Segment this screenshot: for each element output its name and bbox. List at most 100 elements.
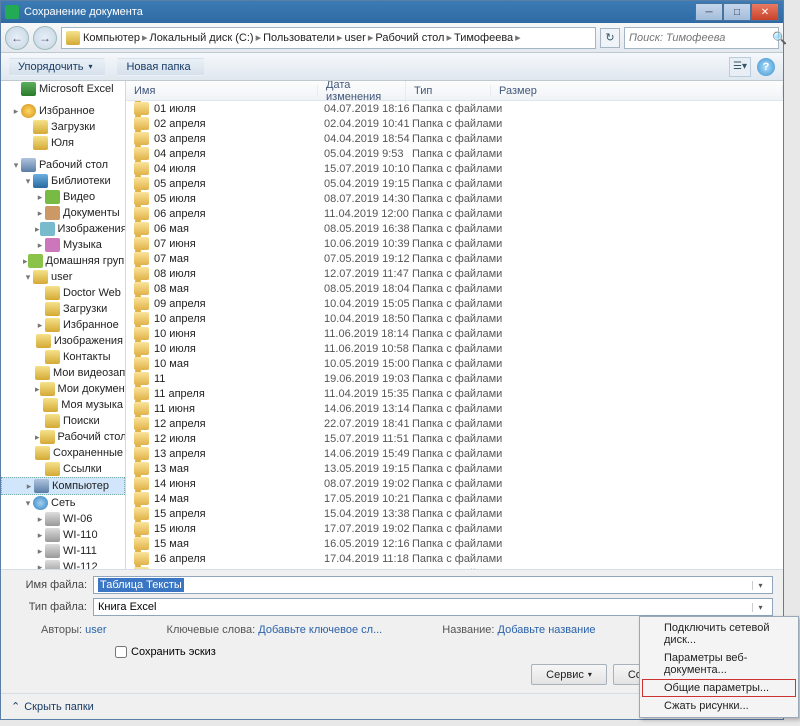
organize-button[interactable]: Упорядочить xyxy=(9,58,105,76)
file-row[interactable]: 02 апреля02.04.2019 10:41Папка с файлами xyxy=(126,116,783,131)
minimize-button[interactable]: ─ xyxy=(695,3,723,21)
tree-item[interactable]: Сохраненные и xyxy=(1,445,125,461)
col-date[interactable]: Дата изменения xyxy=(318,81,406,103)
file-row[interactable]: 14 июня08.07.2019 19:02Папка с файлами xyxy=(126,476,783,491)
tree-item[interactable]: ▸WI-111 xyxy=(1,543,125,559)
tree-item[interactable]: Ссылки xyxy=(1,461,125,477)
filename-dropdown-icon[interactable]: ▾ xyxy=(752,581,768,590)
search-input[interactable] xyxy=(629,32,772,44)
file-row[interactable]: 14 мая17.05.2019 10:21Папка с файлами xyxy=(126,491,783,506)
tree-item[interactable]: ▸WI-06 xyxy=(1,511,125,527)
file-row[interactable]: 01 июля04.07.2019 18:16Папка с файлами xyxy=(126,101,783,116)
filetype-select[interactable]: Книга Excel▾ xyxy=(93,598,773,616)
file-row[interactable]: 13 мая13.05.2019 19:15Папка с файлами xyxy=(126,461,783,476)
ctx-general-params[interactable]: Общие параметры... xyxy=(642,679,796,697)
file-row[interactable]: 04 июля15.07.2019 10:10Папка с файлами xyxy=(126,161,783,176)
expand-icon[interactable]: ▾ xyxy=(23,272,33,283)
breadcrumb-item[interactable]: Компьютер xyxy=(83,32,140,44)
ctx-web-params[interactable]: Параметры веб-документа... xyxy=(642,649,796,679)
file-row[interactable]: 12 июля15.07.2019 11:51Папка с файлами xyxy=(126,431,783,446)
tree-sidebar[interactable]: Microsoft Excel▸ИзбранноеЗагрузкиЮля▾Раб… xyxy=(1,81,126,569)
close-button[interactable]: ✕ xyxy=(751,3,779,21)
expand-icon[interactable]: ▾ xyxy=(11,160,21,171)
forward-button[interactable]: → xyxy=(33,26,57,50)
expand-icon[interactable]: ▸ xyxy=(35,224,40,235)
file-row[interactable]: 05 апреля05.04.2019 19:15Папка с файлами xyxy=(126,176,783,191)
titlebar[interactable]: Сохранение документа ─ □ ✕ xyxy=(1,1,783,23)
breadcrumb-item[interactable]: Пользователи xyxy=(263,32,335,44)
tree-item[interactable]: Загрузки xyxy=(1,301,125,317)
file-row[interactable]: 15 апреля15.04.2019 13:38Папка с файлами xyxy=(126,506,783,521)
file-row[interactable]: 11 апреля11.04.2019 15:35Папка с файлами xyxy=(126,386,783,401)
file-row[interactable]: 13 апреля14.06.2019 15:49Папка с файлами xyxy=(126,446,783,461)
col-name[interactable]: Имя xyxy=(126,85,318,97)
tree-item[interactable]: ▸Избранное xyxy=(1,317,125,333)
expand-icon[interactable]: ▸ xyxy=(35,208,45,219)
expand-icon[interactable]: ▸ xyxy=(24,481,34,492)
expand-icon[interactable]: ▸ xyxy=(23,256,28,267)
tree-item[interactable]: Мои видеозапи xyxy=(1,365,125,381)
tree-item[interactable]: Загрузки xyxy=(1,119,125,135)
tree-item[interactable]: ▾Библиотеки xyxy=(1,173,125,189)
filetype-dropdown-icon[interactable]: ▾ xyxy=(752,603,768,612)
tree-item[interactable]: Контакты xyxy=(1,349,125,365)
save-thumbnail-input[interactable] xyxy=(115,646,127,658)
ctx-net-drive[interactable]: Подключить сетевой диск... xyxy=(642,619,796,649)
filename-input[interactable]: Таблица Тексты▾ xyxy=(93,576,773,594)
tree-item[interactable]: ▸WI-112 xyxy=(1,559,125,569)
maximize-button[interactable]: □ xyxy=(723,3,751,21)
tree-item[interactable]: ▸Музыка xyxy=(1,237,125,253)
expand-icon[interactable]: ▸ xyxy=(35,192,45,203)
title-link[interactable]: Добавьте название xyxy=(498,624,596,636)
help-icon[interactable]: ? xyxy=(757,58,775,76)
file-row[interactable]: 11 июня14.06.2019 13:14Папка с файлами xyxy=(126,401,783,416)
tree-item[interactable]: ▾Рабочий стол xyxy=(1,157,125,173)
tree-item[interactable]: ▸Избранное xyxy=(1,103,125,119)
expand-icon[interactable]: ▸ xyxy=(35,240,45,251)
tree-item[interactable]: ▸Мои документь xyxy=(1,381,125,397)
expand-icon[interactable]: ▸ xyxy=(35,514,45,525)
file-row[interactable]: 10 мая10.05.2019 15:00Папка с файлами xyxy=(126,356,783,371)
expand-icon[interactable]: ▸ xyxy=(35,320,45,331)
file-row[interactable]: 10 июля11.06.2019 10:58Папка с файлами xyxy=(126,341,783,356)
tree-item[interactable]: Поиски xyxy=(1,413,125,429)
tree-item[interactable]: ▸Документы xyxy=(1,205,125,221)
tree-item[interactable]: ▸WI-110 xyxy=(1,527,125,543)
breadcrumb-item[interactable]: user xyxy=(344,32,365,44)
search-box[interactable]: 🔍 xyxy=(624,27,779,49)
breadcrumb[interactable]: Компьютер▸Локальный диск (C:)▸Пользовате… xyxy=(61,27,596,49)
file-row[interactable]: 15 мая16.05.2019 12:16Папка с файлами xyxy=(126,536,783,551)
tools-context-menu[interactable]: Подключить сетевой диск... Параметры веб… xyxy=(639,616,799,718)
file-row[interactable]: 04 апреля05.04.2019 9:53Папка с файлами xyxy=(126,146,783,161)
file-row[interactable]: 16 апреля17.04.2019 11:18Папка с файлами xyxy=(126,551,783,566)
breadcrumb-item[interactable]: Тимофеева xyxy=(454,32,513,44)
expand-icon[interactable]: ▾ xyxy=(23,498,33,509)
file-row[interactable]: 06 апреля11.04.2019 12:00Папка с файлами xyxy=(126,206,783,221)
tree-item[interactable]: Изображения xyxy=(1,333,125,349)
file-row[interactable]: 1119.06.2019 19:03Папка с файлами xyxy=(126,371,783,386)
tree-item[interactable]: Microsoft Excel xyxy=(1,81,125,97)
file-row[interactable]: 03 апреля04.04.2019 18:54Папка с файлами xyxy=(126,131,783,146)
file-row[interactable]: 09 апреля10.04.2019 15:05Папка с файлами xyxy=(126,296,783,311)
file-row[interactable]: 08 мая08.05.2019 18:04Папка с файлами xyxy=(126,281,783,296)
expand-icon[interactable]: ▸ xyxy=(35,384,40,395)
authors-value[interactable]: user xyxy=(85,624,106,636)
tree-item[interactable]: ▸Рабочий стол xyxy=(1,429,125,445)
tree-item[interactable]: ▸Видео xyxy=(1,189,125,205)
expand-icon[interactable]: ▸ xyxy=(35,562,45,570)
file-row[interactable]: 08 июля12.07.2019 11:47Папка с файлами xyxy=(126,266,783,281)
column-headers[interactable]: Имя Дата изменения Тип Размер xyxy=(126,81,783,101)
expand-icon[interactable]: ▸ xyxy=(35,546,45,557)
expand-icon[interactable]: ▸ xyxy=(11,106,21,117)
tree-item[interactable]: ▸Домашняя групп xyxy=(1,253,125,269)
tree-item[interactable]: ▸Компьютер xyxy=(1,477,125,495)
breadcrumb-item[interactable]: Локальный диск (C:) xyxy=(149,32,253,44)
expand-icon[interactable]: ▾ xyxy=(23,176,33,187)
refresh-button[interactable]: ↻ xyxy=(600,28,620,48)
keywords-link[interactable]: Добавьте ключевое сл... xyxy=(258,624,382,636)
file-row[interactable]: 07 мая07.05.2019 19:12Папка с файлами xyxy=(126,251,783,266)
col-type[interactable]: Тип xyxy=(406,85,491,97)
file-row[interactable]: 06 мая08.05.2019 16:38Папка с файлами xyxy=(126,221,783,236)
tree-item[interactable]: Doctor Web xyxy=(1,285,125,301)
col-size[interactable]: Размер xyxy=(491,85,783,97)
